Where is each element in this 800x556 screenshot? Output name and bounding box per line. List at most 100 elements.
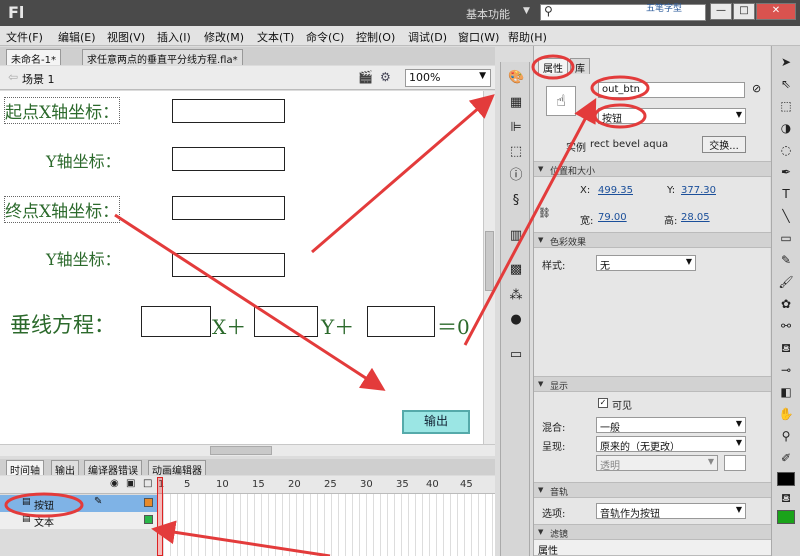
- visible-checkbox[interactable]: ✓: [598, 398, 608, 408]
- menu-debug[interactable]: 调试(D): [408, 29, 447, 45]
- section-color-effect[interactable]: ▼ 色彩效果: [534, 232, 771, 248]
- track-option-select[interactable]: 音轨作为按钮 ▼: [596, 503, 746, 519]
- swap-button[interactable]: 交换...: [702, 136, 746, 153]
- coef-c-input[interactable]: [367, 306, 435, 337]
- scroll-thumb[interactable]: [210, 446, 272, 455]
- bg-color-swatch[interactable]: [724, 455, 746, 471]
- menu-help[interactable]: 帮助(H): [508, 29, 547, 45]
- text-tool-icon[interactable]: T: [778, 186, 794, 202]
- tab-motion-editor[interactable]: 动画编辑器: [148, 460, 206, 477]
- subselection-tool-icon[interactable]: ⇖: [778, 76, 794, 92]
- pen-tool-icon[interactable]: ✒: [778, 164, 794, 180]
- tab-library[interactable]: 库: [570, 58, 590, 75]
- pencil-icon[interactable]: ✎: [94, 496, 102, 507]
- section-track[interactable]: ▼ 音轨: [534, 482, 771, 498]
- layer-row-button[interactable]: ▤ 按钮 ✎: [0, 495, 157, 512]
- paint-bucket-icon[interactable]: ⛾: [778, 340, 794, 356]
- tab-properties[interactable]: 属性: [538, 58, 568, 75]
- section-filters[interactable]: ▼ 滤镜: [534, 524, 771, 540]
- start-y-input[interactable]: [172, 147, 285, 171]
- stroke-color-swatch[interactable]: [777, 472, 795, 486]
- workspace-switcher[interactable]: 基本功能: [466, 6, 510, 22]
- code-icon[interactable]: §: [508, 193, 524, 209]
- zoom-tool-icon[interactable]: ⚲: [778, 428, 794, 444]
- menu-edit[interactable]: 编辑(E): [58, 29, 96, 45]
- section-position-size[interactable]: ▼ 位置和大小: [534, 161, 771, 177]
- doc-tab-untitled[interactable]: 未命名-1*: [6, 49, 61, 66]
- motion-presets-icon[interactable]: ⁂: [508, 288, 524, 304]
- zoom-select[interactable]: 100% ▼: [405, 69, 491, 87]
- menu-file[interactable]: 文件(F): [6, 29, 43, 45]
- menu-window[interactable]: 窗口(W): [458, 29, 499, 45]
- x-value[interactable]: 499.35: [598, 185, 633, 196]
- render-select[interactable]: 原来的（无更改） ▼: [596, 436, 746, 452]
- deco-tool-icon[interactable]: ✿: [778, 296, 794, 312]
- lasso-tool-icon[interactable]: ◌: [778, 142, 794, 158]
- fill-color-icon[interactable]: ⛾: [778, 490, 794, 506]
- transform-icon[interactable]: ⬚: [508, 144, 524, 160]
- output-button[interactable]: 输出: [402, 410, 470, 434]
- playhead[interactable]: [157, 477, 163, 556]
- stage-vertical-scrollbar[interactable]: [483, 91, 495, 444]
- end-x-input[interactable]: [172, 196, 285, 220]
- color-panel-icon[interactable]: 🎨: [508, 70, 524, 86]
- menu-text[interactable]: 文本(T): [257, 29, 294, 45]
- layer-color-swatch[interactable]: [144, 498, 153, 507]
- scene-panel-icon[interactable]: ▭: [508, 347, 524, 363]
- edit-scene-icon[interactable]: 🎬: [358, 70, 373, 84]
- layer-row-text[interactable]: ▤ 文本: [0, 512, 157, 529]
- eye-icon[interactable]: ◉: [110, 478, 119, 489]
- minimize-button[interactable]: —: [710, 3, 732, 20]
- stage[interactable]: 起点X轴坐标： Y轴坐标： 终点X轴坐标： Y轴坐标： 垂线方程： X＋ Y＋ …: [0, 91, 483, 444]
- tab-compiler-errors[interactable]: 编译器错误: [84, 460, 142, 477]
- scroll-thumb[interactable]: [485, 231, 494, 291]
- brush-tool-icon[interactable]: 🖌: [778, 274, 794, 290]
- library-icon[interactable]: ▥: [508, 228, 524, 244]
- swatches-icon[interactable]: ▦: [508, 95, 524, 111]
- eraser-tool-icon[interactable]: ◧: [778, 384, 794, 400]
- maximize-button[interactable]: □: [733, 3, 755, 20]
- hand-tool-icon[interactable]: ✋: [778, 406, 794, 422]
- blend-select[interactable]: 一般 ▼: [596, 417, 746, 433]
- height-value[interactable]: 28.05: [681, 212, 710, 223]
- eyedropper-icon[interactable]: ⊸: [778, 362, 794, 378]
- start-x-input[interactable]: [172, 99, 285, 123]
- close-button[interactable]: ✕: [756, 3, 796, 20]
- y-value[interactable]: 377.30: [681, 185, 716, 196]
- align-icon[interactable]: ⊫: [508, 120, 524, 136]
- project-icon[interactable]: ●: [508, 312, 524, 328]
- line-tool-icon[interactable]: ╲: [778, 208, 794, 224]
- menu-insert[interactable]: 插入(I): [157, 29, 191, 45]
- outline-icon[interactable]: □: [143, 478, 152, 489]
- selection-tool-icon[interactable]: ➤: [778, 54, 794, 70]
- bone-tool-icon[interactable]: ⚯: [778, 318, 794, 334]
- symbol-type-select[interactable]: 按钮 ▼: [598, 108, 746, 124]
- pencil-tool-icon[interactable]: ✎: [778, 252, 794, 268]
- link-icon[interactable]: ⊘: [752, 82, 761, 95]
- end-y-input[interactable]: [172, 253, 285, 277]
- instance-name-input[interactable]: out_btn: [598, 82, 745, 98]
- section-display[interactable]: ▼ 显示: [534, 376, 771, 392]
- tab-timeline[interactable]: 时间轴: [6, 460, 44, 477]
- menu-commands[interactable]: 命令(C): [306, 29, 344, 45]
- coef-x-input[interactable]: [141, 306, 211, 337]
- menu-modify[interactable]: 修改(M): [204, 29, 244, 45]
- transparent-select[interactable]: 透明 ▼: [596, 455, 718, 471]
- stage-horizontal-scrollbar[interactable]: [0, 444, 495, 456]
- info-icon[interactable]: ⓘ: [508, 168, 524, 184]
- style-select[interactable]: 无 ▼: [596, 255, 696, 271]
- lock-proportions-icon[interactable]: ⛓: [538, 208, 551, 219]
- chevron-down-icon[interactable]: ▼: [523, 6, 530, 16]
- width-value[interactable]: 79.00: [598, 212, 627, 223]
- 3d-rotation-icon[interactable]: ◑: [778, 120, 794, 136]
- fill-color-swatch[interactable]: [777, 510, 795, 524]
- doc-tab-fla[interactable]: 求任意两点的垂直平分线方程.fla*: [82, 49, 243, 66]
- rectangle-tool-icon[interactable]: ▭: [778, 230, 794, 246]
- menu-control[interactable]: 控制(O): [356, 29, 395, 45]
- layer-color-swatch[interactable]: [144, 515, 153, 524]
- tab-output[interactable]: 输出: [51, 460, 79, 477]
- components-icon[interactable]: ▩: [508, 262, 524, 278]
- stroke-color-icon[interactable]: ✐: [778, 450, 794, 466]
- back-arrow-icon[interactable]: ⇦: [8, 70, 18, 84]
- edit-symbol-icon[interactable]: ⚙: [380, 70, 391, 84]
